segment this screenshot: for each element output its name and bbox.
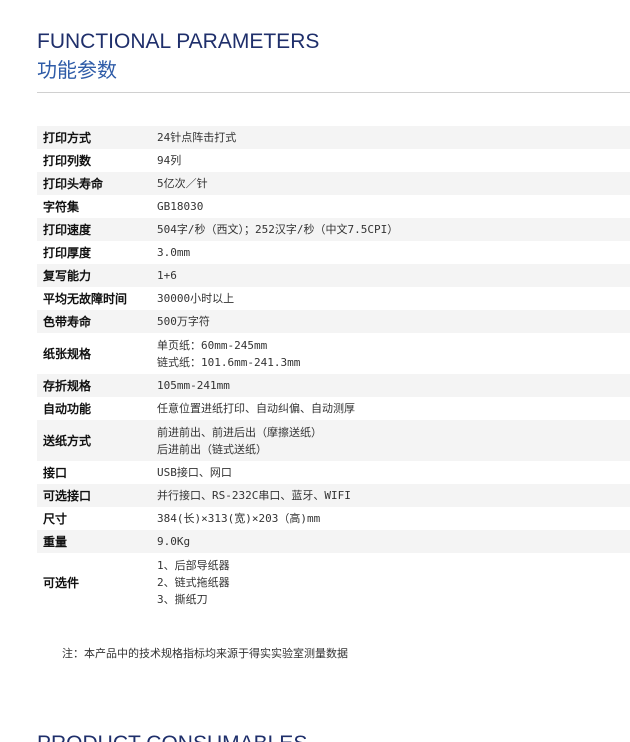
spec-value-line: 任意位置进纸打印、自动纠偏、自动测厚: [157, 402, 355, 415]
spec-row: 自动功能 任意位置进纸打印、自动纠偏、自动测厚: [37, 397, 630, 420]
spec-value: 94列: [152, 149, 630, 172]
spec-row: 送纸方式 前进前出、前进后出（摩擦送纸） 后进前出（链式送纸）: [37, 420, 630, 461]
spec-row: 可选接口 并行接口、RS-232C串口、蓝牙、WIFI: [37, 484, 630, 507]
spec-value: GB18030: [152, 195, 630, 218]
spec-value: USB接口、网口: [152, 461, 630, 484]
spec-value-line: 链式纸：101.6mm-241.3mm: [157, 355, 301, 369]
spec-row: 尺寸 384(长)×313(宽)×203（高)mm: [37, 507, 630, 530]
spec-value-line: 504字/秒（西文）；252汉字/秒（中文7.5CPI）: [157, 223, 399, 236]
spec-label: 可选件: [43, 575, 80, 590]
spec-row: 打印速度 504字/秒（西文）；252汉字/秒（中文7.5CPI）: [37, 218, 630, 241]
spec-row: 存折规格 105mm-241mm: [37, 374, 630, 397]
section-header: FUNCTIONAL PARAMETERS 功能参数: [37, 30, 319, 84]
spec-value-line: 30000小时以上: [157, 292, 235, 305]
spec-value-line: 单页纸：60mm-245mm: [157, 338, 268, 352]
spec-row: 可选件 1、后部导纸器 2、链式拖纸器 3、撕纸刀: [37, 553, 630, 611]
spec-value: 1+6: [152, 264, 630, 287]
section-title-en: FUNCTIONAL PARAMETERS: [37, 30, 320, 53]
spec-label: 尺寸: [43, 512, 68, 526]
spec-value: 105mm-241mm: [152, 374, 630, 397]
spec-label: 色带寿命: [43, 315, 92, 329]
spec-row: 打印列数 94列: [37, 149, 630, 172]
spec-row: 重量 9.0Kg: [37, 530, 630, 553]
spec-value-line: 后进前出（链式送纸）: [157, 442, 267, 456]
spec-value: 单页纸：60mm-245mm 链式纸：101.6mm-241.3mm: [152, 333, 630, 374]
spec-label: 送纸方式: [43, 434, 92, 448]
spec-row: 字符集 GB18030: [37, 195, 630, 218]
spec-value: 并行接口、RS-232C串口、蓝牙、WIFI: [152, 484, 630, 507]
spec-label: 打印头寿命: [43, 177, 104, 191]
spec-row: 接口 USB接口、网口: [37, 461, 630, 484]
spec-label: 打印列数: [43, 154, 92, 168]
spec-label: 打印方式: [43, 131, 92, 145]
spec-label: 打印速度: [43, 223, 92, 237]
next-section-title: PRODUCT CONSUMABLES: [37, 732, 307, 742]
spec-value: 30000小时以上: [152, 287, 630, 310]
spec-label: 字符集: [43, 200, 80, 214]
spec-label: 接口: [43, 466, 68, 480]
spec-row: 打印厚度 3.0mm: [37, 241, 630, 264]
spec-label: 复写能力: [43, 269, 92, 283]
spec-row: 打印头寿命 5亿次／针: [37, 172, 630, 195]
spec-value-line: 5亿次／针: [157, 177, 208, 190]
spec-value: 384(长)×313(宽)×203（高)mm: [152, 507, 630, 530]
spec-row: 打印方式 24针点阵击打式: [37, 126, 630, 149]
spec-label: 平均无故障时间: [43, 292, 128, 306]
spec-row: 复写能力 1+6: [37, 264, 630, 287]
spec-value-line: 94列: [157, 154, 182, 167]
spec-value: 前进前出、前进后出（摩擦送纸） 后进前出（链式送纸）: [152, 420, 630, 461]
spec-value: 3.0mm: [152, 241, 630, 264]
spec-value-line: USB接口、网口: [157, 466, 232, 479]
spec-value-line: GB18030: [157, 200, 204, 213]
spec-value-line: 并行接口、RS-232C串口、蓝牙、WIFI: [157, 489, 351, 502]
spec-value-line: 2、链式拖纸器: [157, 575, 230, 589]
spec-row: 纸张规格 单页纸：60mm-245mm 链式纸：101.6mm-241.3mm: [37, 333, 630, 374]
spec-value: 500万字符: [152, 310, 630, 333]
spec-label: 存折规格: [43, 379, 92, 393]
spec-value: 任意位置进纸打印、自动纠偏、自动测厚: [152, 397, 630, 420]
spec-value-line: 105mm-241mm: [157, 379, 230, 392]
spec-row: 色带寿命 500万字符: [37, 310, 630, 333]
section-title-cn: 功能参数: [37, 58, 117, 82]
spec-value-line: 3、撕纸刀: [157, 592, 208, 606]
spec-value-line: 384(长)×313(宽)×203（高)mm: [157, 512, 321, 525]
footnote: 注：本产品中的技术规格指标均来源于得实实验室测量数据: [62, 647, 348, 660]
spec-value-line: 24针点阵击打式: [157, 131, 237, 144]
spec-value-line: 1+6: [157, 269, 177, 282]
spec-value-line: 9.0Kg: [157, 535, 191, 548]
spec-value-line: 1、后部导纸器: [157, 558, 230, 572]
spec-value-line: 前进前出、前进后出（摩擦送纸）: [157, 425, 322, 439]
spec-value: 1、后部导纸器 2、链式拖纸器 3、撕纸刀: [152, 553, 630, 611]
spec-label: 打印厚度: [43, 246, 92, 260]
spec-value-line: 3.0mm: [157, 246, 191, 259]
spec-label: 自动功能: [43, 402, 92, 416]
spec-row: 平均无故障时间 30000小时以上: [37, 287, 630, 310]
spec-value: 504字/秒（西文）；252汉字/秒（中文7.5CPI）: [152, 218, 630, 241]
spec-value-line: 500万字符: [157, 315, 210, 328]
spec-value: 24针点阵击打式: [152, 126, 630, 149]
spec-value: 5亿次／针: [152, 172, 630, 195]
header-divider: [37, 92, 630, 93]
spec-label: 纸张规格: [43, 347, 92, 361]
spec-value: 9.0Kg: [152, 530, 630, 553]
spec-label: 重量: [43, 535, 68, 549]
spec-label: 可选接口: [43, 489, 92, 503]
specs-table: 打印方式 24针点阵击打式打印列数 94列打印头寿命 5亿次／针字符集 GB18030 打…: [37, 126, 630, 611]
